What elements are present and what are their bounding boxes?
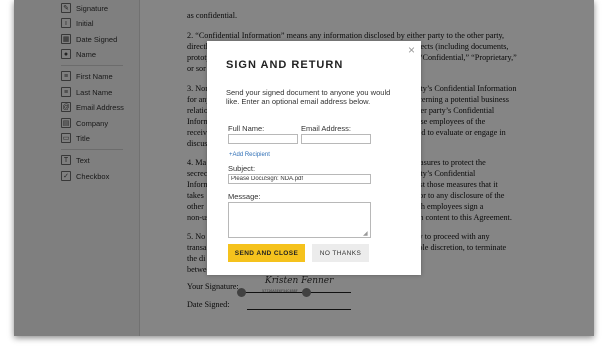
email-field[interactable] (301, 134, 371, 144)
dialog-description: Send your signed document to anyone you … (226, 88, 391, 106)
subject-label: Subject: (228, 164, 256, 173)
close-icon[interactable]: × (408, 43, 415, 57)
email-label: Email Address: (301, 124, 352, 133)
message-field[interactable] (228, 202, 371, 238)
add-recipient-link[interactable]: +Add Recipient (229, 152, 270, 158)
app-window: ✎ Signature ı Initial ▦ Date Signed ● Na… (14, 0, 594, 336)
resize-grip-icon[interactable]: ◢ (363, 231, 370, 238)
sign-and-return-dialog: × SIGN AND RETURN Send your signed docum… (207, 41, 421, 275)
full-name-field[interactable] (228, 134, 298, 144)
subject-field[interactable] (228, 174, 371, 184)
screenshot-stage: ✎ Signature ı Initial ▦ Date Signed ● Na… (0, 0, 609, 357)
no-thanks-button[interactable]: NO THANKS (312, 244, 369, 262)
send-and-close-button[interactable]: SEND AND CLOSE (228, 244, 305, 262)
dialog-title: SIGN AND RETURN (226, 59, 344, 71)
message-label: Message: (228, 192, 261, 201)
full-name-label: Full Name: (228, 124, 265, 133)
